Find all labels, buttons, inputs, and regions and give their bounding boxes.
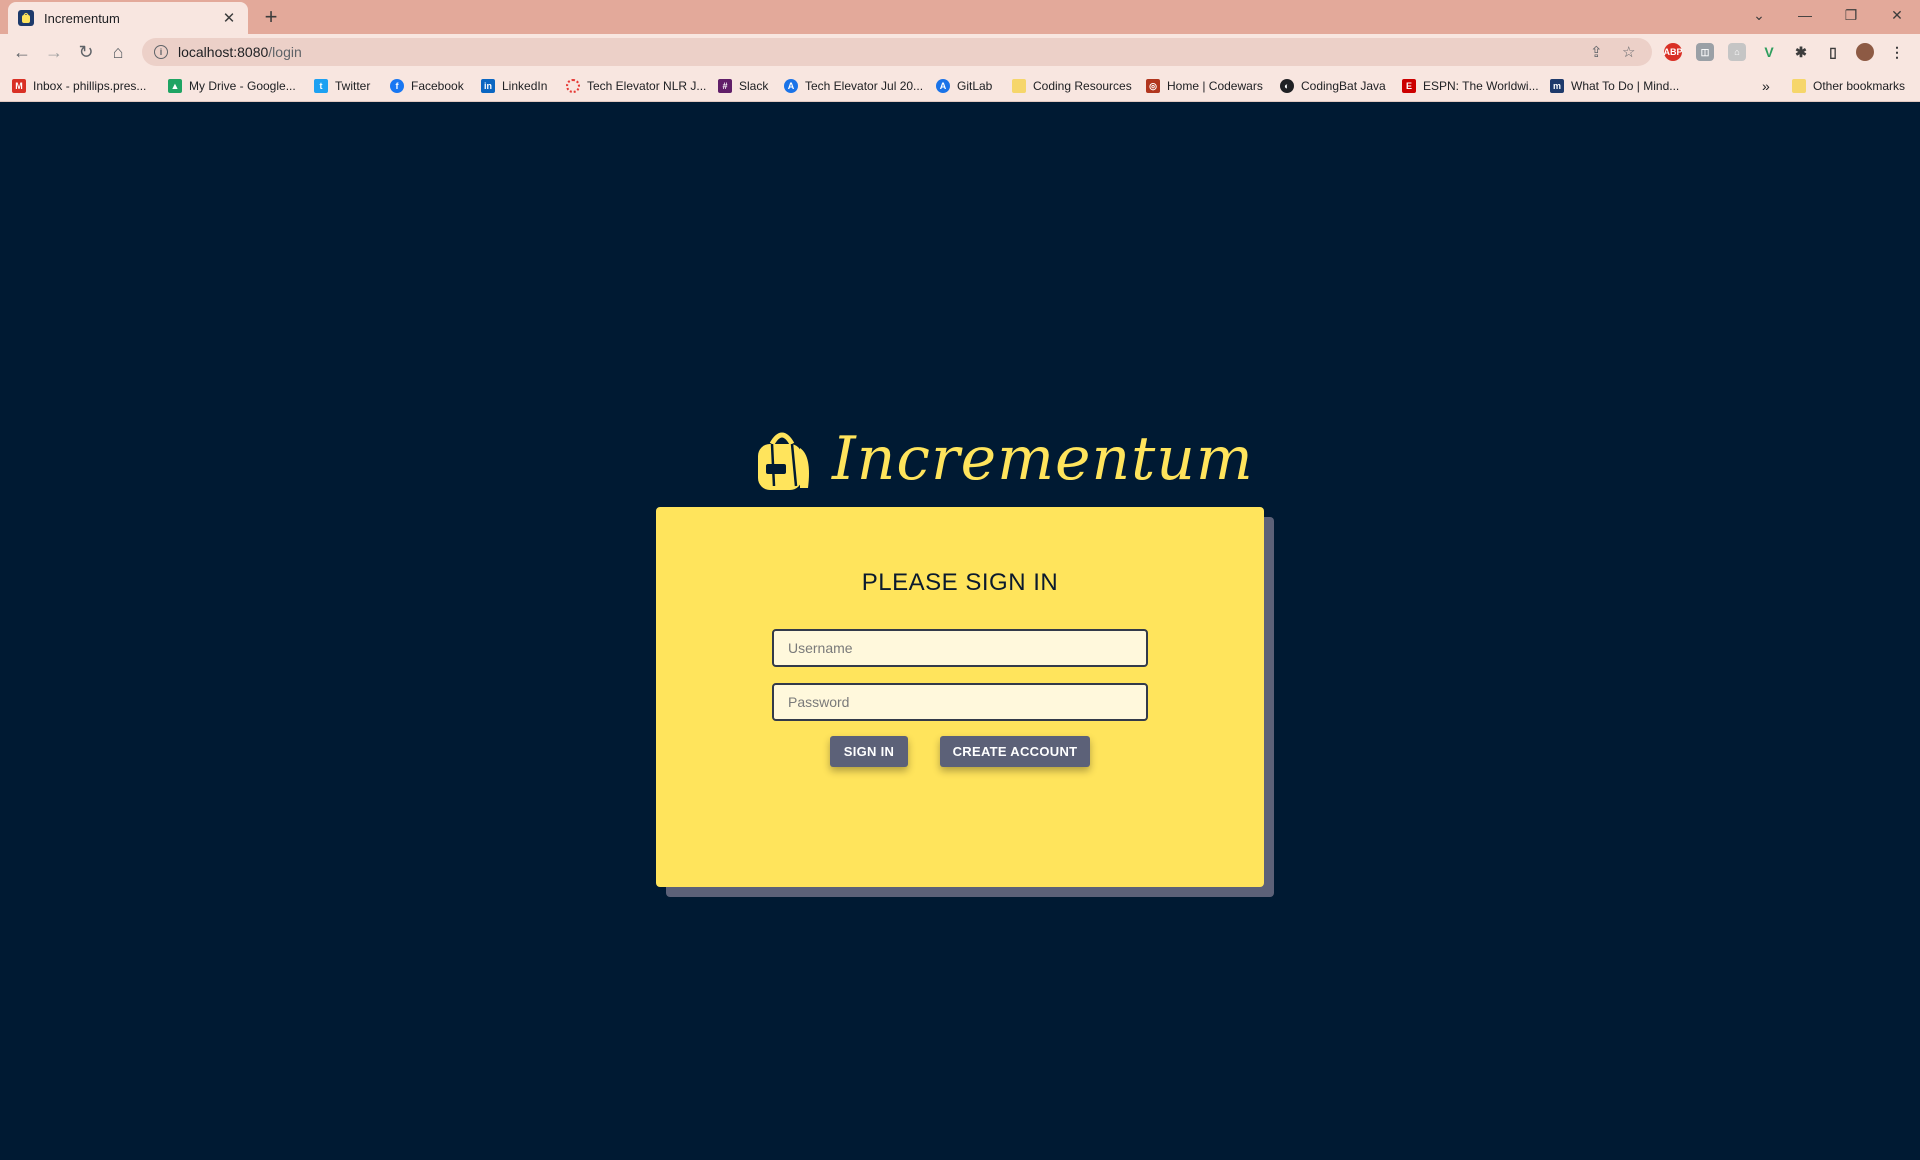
back-icon[interactable]: ← xyxy=(10,40,34,64)
create-account-button[interactable]: CREATE ACCOUNT xyxy=(940,736,1090,767)
bookmark-label: ESPN: The Worldwi... xyxy=(1423,79,1539,93)
brand-header: Incrementum xyxy=(752,424,1254,494)
url-host: localhost:8080 xyxy=(178,44,269,60)
tab-incrementum[interactable]: Incrementum ✕ xyxy=(8,2,248,34)
address-bar[interactable]: i localhost:8080/login ⇪ ☆ xyxy=(142,38,1652,66)
bookmark-label: GitLab xyxy=(957,79,993,93)
share-icon[interactable]: ⇪ xyxy=(1590,38,1603,66)
adblock-icon[interactable]: ABP xyxy=(1664,43,1683,61)
bookmark-label: Home | Codewars xyxy=(1167,79,1263,93)
bookmark-label: Tech Elevator NLR J... xyxy=(587,79,707,93)
backpack-icon xyxy=(18,10,34,26)
tech-elevator-icon xyxy=(566,79,580,93)
forward-icon[interactable]: → xyxy=(42,40,66,64)
backpack-icon xyxy=(758,432,809,490)
bookmark-star-icon[interactable]: ☆ xyxy=(1622,38,1635,66)
gmail-icon: M xyxy=(12,79,26,93)
minimize-icon[interactable]: — xyxy=(1782,0,1828,30)
page-title: PLEASE SIGN IN xyxy=(861,569,1059,596)
drive-icon: ▲ xyxy=(168,79,182,93)
sign-in-button[interactable]: SIGN IN xyxy=(830,736,908,767)
bookmark-item[interactable]: in LinkedIn xyxy=(481,70,547,102)
close-window-icon[interactable]: ✕ xyxy=(1874,0,1920,30)
home-icon[interactable]: ⌂ xyxy=(106,40,130,64)
puzzle-icon[interactable]: ✱ xyxy=(1792,43,1810,61)
bookmark-label: Other bookmarks xyxy=(1813,79,1906,93)
other-bookmarks[interactable]: Other bookmarks xyxy=(1792,70,1905,102)
restore-icon[interactable]: ❐ xyxy=(1828,0,1874,30)
site-info-icon[interactable]: i xyxy=(154,45,168,59)
password-input[interactable] xyxy=(772,683,1148,721)
mind-icon: m xyxy=(1550,79,1564,93)
twitter-icon: t xyxy=(314,79,328,93)
bookmark-label: Coding Resources xyxy=(1033,79,1132,93)
bookmark-label: What To Do | Mind... xyxy=(1571,79,1680,93)
folder-icon xyxy=(1012,79,1026,93)
bookmark-item[interactable]: M Inbox - phillips.pres... xyxy=(12,70,146,102)
bookmark-label: Facebook xyxy=(411,79,464,93)
bookmark-label: LinkedIn xyxy=(502,79,548,93)
bookmark-item[interactable]: ▲ My Drive - Google... xyxy=(168,70,296,102)
bookmark-label: My Drive - Google... xyxy=(189,79,296,93)
globe-icon: ◐ xyxy=(1280,79,1294,93)
tab-search-icon[interactable]: ⌄ xyxy=(1736,0,1782,30)
brand-name: Incrementum xyxy=(832,424,1254,494)
bookmark-label: Inbox - phillips.pres... xyxy=(33,79,147,93)
extension-icon[interactable]: ⌂ xyxy=(1728,43,1746,61)
folder-icon xyxy=(1792,79,1806,93)
gitlab-icon: A xyxy=(936,79,950,93)
bookmark-item[interactable]: ◎ Home | Codewars xyxy=(1146,70,1263,102)
new-tab-icon[interactable]: + xyxy=(258,4,284,30)
bookmark-item[interactable]: m What To Do | Mind... xyxy=(1550,70,1679,102)
bookmark-item[interactable]: A Tech Elevator Jul 20... xyxy=(784,70,923,102)
bookmark-folder[interactable]: Coding Resources xyxy=(1012,70,1132,102)
tab-title: Incrementum xyxy=(44,10,120,26)
bookmark-label: Slack xyxy=(739,79,769,93)
login-card: PLEASE SIGN IN SIGN IN CREATE ACCOUNT xyxy=(656,507,1264,887)
close-tab-icon[interactable]: ✕ xyxy=(220,9,238,27)
bookmark-item[interactable]: f Facebook xyxy=(390,70,464,102)
url-path: /login xyxy=(268,44,302,60)
bookmark-item[interactable]: # Slack xyxy=(718,70,768,102)
bookmarks-bar: M Inbox - phillips.pres... ▲ My Drive - Go… xyxy=(0,70,1920,102)
bookmark-label: CodingBat Java xyxy=(1301,79,1386,93)
espn-icon: E xyxy=(1402,79,1416,93)
vue-devtools-icon[interactable]: V xyxy=(1760,43,1778,61)
bookmark-label: Twitter xyxy=(335,79,371,93)
slack-icon: # xyxy=(718,79,732,93)
username-input[interactable] xyxy=(772,629,1148,667)
browser-toolbar: ← → ↻ ⌂ i localhost:8080/login ⇪ ☆ ABP ◫… xyxy=(0,34,1920,70)
bookmarks-overflow-icon[interactable]: » xyxy=(1762,70,1770,102)
side-panel-icon[interactable]: ▯ xyxy=(1824,43,1842,61)
linkedin-icon: in xyxy=(481,79,495,93)
bookmark-item[interactable]: E ESPN: The Worldwi... xyxy=(1402,70,1539,102)
bookmark-item[interactable]: Tech Elevator NLR J... xyxy=(566,70,706,102)
tab-strip: Incrementum ✕ + ⌄ — ❐ ✕ xyxy=(0,0,1920,34)
codewars-icon: ◎ xyxy=(1146,79,1160,93)
compass-icon: A xyxy=(784,79,798,93)
bookmark-item[interactable]: t Twitter xyxy=(314,70,370,102)
extension-icon[interactable]: ◫ xyxy=(1696,43,1714,61)
menu-kebab-icon[interactable]: ⋮ xyxy=(1888,43,1906,61)
bookmark-item[interactable]: ◐ CodingBat Java xyxy=(1280,70,1386,102)
reload-icon[interactable]: ↻ xyxy=(74,40,98,64)
avatar[interactable] xyxy=(1856,43,1874,61)
bookmark-label: Tech Elevator Jul 20... xyxy=(805,79,924,93)
facebook-icon: f xyxy=(390,79,404,93)
bookmark-item[interactable]: A GitLab xyxy=(936,70,992,102)
